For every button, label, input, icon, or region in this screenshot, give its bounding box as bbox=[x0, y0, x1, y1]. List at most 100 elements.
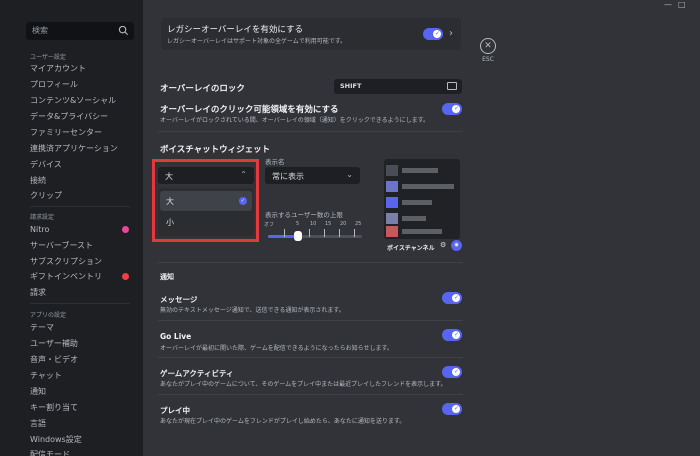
username-placeholder bbox=[402, 216, 426, 221]
sidebar-item-notifications[interactable]: 通知 bbox=[30, 385, 135, 398]
sidebar-item-clips[interactable]: クリップ bbox=[30, 189, 135, 202]
go-live-notification-toggle[interactable]: ✓ bbox=[442, 329, 462, 341]
notification-title: プレイ中 bbox=[160, 406, 190, 415]
search-input[interactable]: 検索 bbox=[26, 22, 134, 40]
user-limit-slider[interactable] bbox=[268, 235, 362, 238]
notification-subtitle: 無効のテキストメッセージ通知で、送信できる通知が表示されます。 bbox=[160, 307, 345, 314]
messages-notification-toggle[interactable]: ✓ bbox=[442, 292, 462, 304]
display-name-label: 表示名 bbox=[265, 158, 285, 166]
sidebar-item-billing[interactable]: 請求 bbox=[30, 286, 135, 299]
section-divider bbox=[158, 357, 463, 358]
close-settings-button[interactable]: ✕ ESC bbox=[478, 38, 498, 63]
username-placeholder bbox=[402, 229, 442, 234]
sidebar-divider bbox=[30, 303, 130, 304]
user-settings-header: ユーザー設定 bbox=[30, 54, 66, 61]
overlay-lock-title: オーバーレイのロック bbox=[160, 84, 245, 94]
chevron-down-icon: ⌄ bbox=[346, 170, 353, 179]
minimize-icon[interactable]: — bbox=[664, 0, 672, 9]
notification-title: ゲームアクティビティ bbox=[160, 369, 234, 378]
slider-handle[interactable] bbox=[294, 231, 302, 241]
sidebar-item-language[interactable]: 言語 bbox=[30, 417, 135, 430]
alert-icon bbox=[122, 273, 129, 280]
tick-label: 5 bbox=[296, 221, 300, 227]
voice-widget-preview bbox=[384, 159, 460, 239]
notification-subtitle: あなたがプレイ中のゲームについて、そのゲームをプレイ中または最近プレイしたフレン… bbox=[160, 381, 447, 388]
notifications-header: 通知 bbox=[160, 273, 174, 281]
esc-label: ESC bbox=[482, 56, 494, 63]
tick-label: 15 bbox=[325, 221, 332, 227]
sidebar-item-family-center[interactable]: ファミリーセンター bbox=[30, 126, 135, 139]
sidebar-item-content-social[interactable]: コンテンツ&ソーシャル bbox=[30, 94, 135, 107]
sidebar-item-subscriptions[interactable]: サブスクリプション bbox=[30, 255, 135, 268]
section-divider bbox=[158, 320, 463, 321]
clickable-zones-subtitle: オーバーレイがロックされている間、オーバーレイの領域（通知）をクリックできるよう… bbox=[160, 117, 429, 124]
sidebar-item-data-privacy[interactable]: データ&プライバシー bbox=[30, 110, 135, 123]
billing-settings-header: 請求設定 bbox=[30, 214, 55, 221]
chevron-right-icon: › bbox=[449, 28, 453, 39]
tick-label: 10 bbox=[310, 221, 317, 227]
section-divider bbox=[158, 394, 463, 395]
tick-label: 25 bbox=[355, 221, 362, 227]
overlay-lock-keybind[interactable]: SHIFT bbox=[334, 79, 462, 94]
keybind-value: SHIFT bbox=[340, 82, 362, 90]
clickable-zones-toggle[interactable]: ✓ bbox=[442, 103, 462, 115]
notification-title: Go Live bbox=[160, 332, 192, 341]
close-icon: ✕ bbox=[480, 38, 496, 54]
check-icon: ✓ bbox=[453, 368, 459, 375]
sidebar-item-connections[interactable]: 接続 bbox=[30, 174, 135, 187]
legacy-overlay-subtitle: レガシーオーバーレイはサポート対象の全ゲームで利用可能です。 bbox=[167, 38, 347, 45]
notification-subtitle: あなたが現在プレイ中のゲームをフレンドがプレイし始めたら、あなたに通知を送ります… bbox=[160, 418, 406, 425]
search-placeholder: 検索 bbox=[32, 26, 48, 35]
notification-title: メッセージ bbox=[160, 295, 198, 304]
check-icon: ✓ bbox=[453, 294, 459, 301]
legacy-overlay-title: レガシーオーバーレイを有効にする bbox=[167, 25, 304, 35]
voice-channel-label: ボイスチャンネル bbox=[387, 245, 435, 252]
sidebar-item-label: ギフトインベントリ bbox=[30, 272, 102, 281]
maximize-icon[interactable]: □ bbox=[678, 0, 686, 9]
display-name-select[interactable]: 常に表示 ⌄ bbox=[265, 167, 360, 184]
avatar bbox=[386, 197, 398, 208]
slider-tick bbox=[309, 229, 310, 237]
slider-tick bbox=[324, 229, 325, 237]
sidebar-item-authorized-apps[interactable]: 連携済アプリケーション bbox=[30, 142, 135, 155]
now-playing-notification-toggle[interactable]: ✓ bbox=[442, 403, 462, 415]
sidebar-item-my-account[interactable]: マイアカウント bbox=[30, 62, 135, 75]
keyboard-icon bbox=[447, 82, 457, 90]
tick-label: オフ bbox=[264, 222, 275, 228]
sidebar-item-server-boost[interactable]: サーバーブースト bbox=[30, 239, 135, 252]
settings-sidebar: 検索 ユーザー設定 マイアカウント プロフィール コンテンツ&ソーシャル データ… bbox=[0, 0, 143, 456]
sidebar-item-devices[interactable]: デバイス bbox=[30, 158, 135, 171]
check-icon: ✓ bbox=[453, 331, 459, 338]
sidebar-item-chat[interactable]: チャット bbox=[30, 369, 135, 382]
game-activity-notification-toggle[interactable]: ✓ bbox=[442, 366, 462, 378]
username-placeholder bbox=[402, 200, 432, 205]
app-settings-header: アプリの設定 bbox=[30, 312, 67, 319]
sidebar-item-nitro[interactable]: Nitro bbox=[30, 223, 135, 236]
section-divider bbox=[158, 262, 463, 263]
sidebar-item-accessibility[interactable]: ユーザー補助 bbox=[30, 337, 135, 350]
legacy-overlay-card[interactable]: レガシーオーバーレイを有効にする レガシーオーバーレイはサポート対象の全ゲームで… bbox=[161, 18, 461, 50]
avatar bbox=[386, 181, 398, 192]
sidebar-item-streamer-mode[interactable]: 配信モード bbox=[30, 448, 135, 456]
sidebar-item-keybinds[interactable]: キー割り当て bbox=[30, 401, 135, 414]
sidebar-item-theme[interactable]: テーマ bbox=[30, 321, 135, 334]
tick-label: 20 bbox=[340, 221, 347, 227]
sidebar-item-windows-settings[interactable]: Windows設定 bbox=[30, 433, 135, 446]
search-icon bbox=[118, 25, 129, 36]
sidebar-item-profile[interactable]: プロフィール bbox=[30, 78, 135, 91]
display-name-value: 常に表示 bbox=[272, 172, 304, 181]
slider-tick bbox=[354, 229, 355, 237]
gear-icon[interactable]: ⚙ bbox=[440, 241, 446, 249]
voice-widget-title: ボイスチャットウィジェット bbox=[160, 145, 271, 155]
notification-subtitle: オーバーレイが最初に開いた際、ゲームを配信できるようになったらお知らせします。 bbox=[160, 345, 393, 352]
voice-channel-button[interactable]: ◉ bbox=[451, 240, 462, 251]
avatar bbox=[386, 165, 398, 176]
username-placeholder bbox=[402, 168, 438, 173]
legacy-overlay-toggle[interactable]: ✓ bbox=[423, 28, 443, 40]
highlight-box bbox=[152, 159, 259, 242]
sidebar-item-voice-video[interactable]: 音声・ビデオ bbox=[30, 353, 135, 366]
sidebar-item-gift-inventory[interactable]: ギフトインベントリ bbox=[30, 270, 135, 283]
avatar bbox=[386, 226, 398, 237]
section-divider bbox=[158, 131, 463, 132]
avatar bbox=[386, 213, 398, 224]
